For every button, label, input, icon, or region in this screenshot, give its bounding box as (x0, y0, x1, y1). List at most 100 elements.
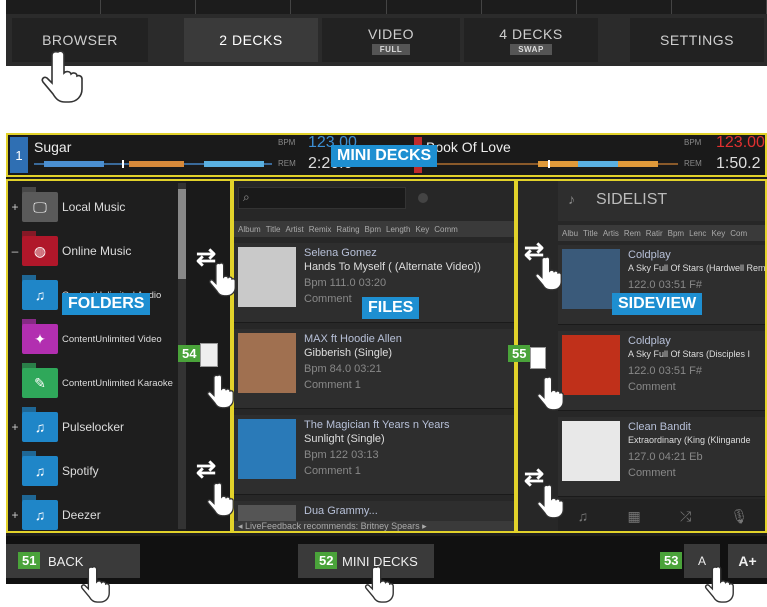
album-art (238, 419, 296, 479)
sidelist-track-comment: Comment (628, 381, 676, 393)
track-artist: MAX ft Hoodie Allen (304, 333, 402, 345)
album-art (238, 333, 296, 393)
sidelist-track-bpm: 122.0 03:51 F# (628, 365, 703, 377)
track-artist: Dua Grammy... (304, 505, 378, 517)
folder-item[interactable]: + ♫ Pulselocker (8, 407, 178, 447)
top-strip (6, 0, 767, 14)
folder-item[interactable]: ♫ Spotify (8, 451, 178, 491)
folder-label: Deezer (62, 508, 101, 522)
add-to-sidelist-icon[interactable] (200, 343, 218, 367)
music-note-icon: ♫ (22, 407, 58, 442)
music-note-icon: ♫ (22, 495, 58, 530)
live-feedback-bar[interactable]: ◂ LiveFeedback recommends: Britney Spear… (234, 521, 514, 531)
folder-label: Local Music (62, 200, 126, 214)
callout-51: 51 (18, 552, 41, 569)
tab-settings[interactable]: SETTINGS (630, 18, 764, 62)
column-header[interactable]: Rating (336, 225, 359, 234)
tap-hand-icon (206, 481, 236, 517)
column-header[interactable]: Key (711, 229, 725, 238)
track-row[interactable]: The Magician ft Years n Years Sunlight (S… (234, 415, 514, 495)
tab-label: 4 DECKS (499, 25, 563, 42)
album-art (238, 247, 296, 307)
column-header[interactable]: Com (730, 229, 747, 238)
search-input[interactable]: ⌕ (238, 187, 406, 209)
mini-decks-bar: 1 Sugar BPM REM 123.00 2:20.0 Book Of Lo… (6, 133, 767, 177)
right-bpm-value: 123.00 (716, 134, 765, 151)
search-option-icon[interactable] (418, 193, 428, 203)
sidelist-header: ♪ SIDELIST (558, 181, 765, 221)
expand-toggle[interactable]: + (8, 200, 22, 214)
track-title: Hands To Myself ( (Alternate Video)) (304, 261, 481, 273)
column-header[interactable]: Rem (624, 229, 641, 238)
files-panel: ⌕ Album Title Artist Remix Rating Bpm Length Ke… (232, 179, 516, 533)
right-waveform (428, 160, 678, 168)
scroll-thumb[interactable] (178, 189, 186, 279)
sidelist-column-header: Albu Title Artis Rem Ratir Bpm Lenc Key Com (558, 225, 765, 241)
column-header[interactable]: Title (266, 225, 281, 234)
sidelist-track-row[interactable]: Coldplay A Sky Full Of Stars (Disciples I… (558, 331, 765, 411)
top-tab-bar: BROWSER 2 DECKS VIDEO FULL 4 DECKS SWAP SE… (6, 0, 767, 66)
column-header[interactable]: Remix (309, 225, 332, 234)
manual-screenshot: BROWSER 2 DECKS VIDEO FULL 4 DECKS SWAP SE… (0, 0, 767, 607)
tab-sublabel: SWAP (510, 43, 552, 55)
track-bpm: Bpm 111.0 03:20 (304, 277, 387, 289)
track-title: Sunlight (Single) (304, 433, 385, 445)
film-icon: ✦ (22, 319, 58, 354)
folder-item[interactable]: ✎ ContentUnlimited Karaoke (8, 363, 178, 403)
column-header[interactable]: Title (583, 229, 598, 238)
expand-toggle[interactable]: – (8, 244, 22, 258)
folder-item[interactable]: ✦ ContentUnlimited Video (8, 319, 178, 359)
sidelist-icon: ♪ (568, 191, 575, 207)
column-header[interactable]: Bpm (668, 229, 684, 238)
sidelist-track-artist: Coldplay (628, 335, 671, 347)
tab-label: SETTINGS (659, 32, 734, 48)
column-header[interactable]: Lenc (689, 229, 706, 238)
microphone-icon[interactable]: 🎙 (731, 508, 749, 525)
folder-label: Spotify (62, 464, 99, 478)
track-artist: Selena Gomez (304, 247, 377, 259)
column-header[interactable]: Comm (434, 225, 458, 234)
column-header[interactable]: Album (238, 225, 261, 234)
folder-label: Pulselocker (62, 420, 125, 434)
track-artist: The Magician ft Years n Years (304, 419, 450, 431)
sidelist-track-row[interactable]: Clean Bandit Extraordinary (King (Klingan… (558, 417, 765, 497)
shuffle-icon[interactable]: ⤮ (680, 508, 691, 525)
folder-arrow-icon[interactable]: ⇄ (196, 455, 216, 484)
tap-hand-icon (536, 375, 566, 411)
tap-hand-icon (536, 483, 566, 519)
column-header[interactable]: Bpm (365, 225, 381, 234)
sidelist-doc-icon[interactable] (530, 347, 546, 369)
sideview-tool-row: ♫ ▦ ⤮ 🎙 (558, 499, 765, 531)
track-comment: Comment (304, 293, 352, 305)
expand-toggle[interactable]: + (8, 420, 22, 434)
track-title: Gibberish (Single) (304, 347, 393, 359)
tab-2-decks[interactable]: 2 DECKS (184, 18, 318, 62)
column-header[interactable]: Length (386, 225, 410, 234)
right-deck-title: Book Of Love (426, 139, 511, 155)
track-comment: Comment 1 (304, 379, 361, 391)
track-row[interactable]: MAX ft Hoodie Allen Gibberish (Single) Bpm… (234, 329, 514, 409)
deck-number: 1 (10, 137, 28, 173)
sideview-panel: ♪ SIDELIST Albu Title Artis Rem Ratir Bpm Lenc… (516, 179, 767, 533)
column-header[interactable]: Albu (562, 229, 578, 238)
folder-item[interactable]: + 🖵 Local Music (8, 187, 178, 227)
column-header[interactable]: Ratir (646, 229, 663, 238)
folder-item[interactable]: + ♫ Deezer (8, 495, 178, 531)
sidelist-track-artist: Clean Bandit (628, 421, 691, 433)
sidelist-track-bpm: 127.0 04:21 Eb (628, 451, 703, 463)
column-header[interactable]: Key (415, 225, 429, 234)
tab-4-decks[interactable]: 4 DECKS SWAP (464, 18, 598, 62)
globe-icon: ◍ (22, 231, 58, 266)
tab-video[interactable]: VIDEO FULL (322, 18, 460, 62)
column-header[interactable]: Artist (286, 225, 304, 234)
folder-item[interactable]: – ◍ Online Music (8, 231, 178, 271)
mini-decks-callout: MINI DECKS (331, 145, 438, 167)
expand-toggle[interactable]: + (8, 508, 22, 522)
sidelist-track-bpm: 122.0 03:51 F# (628, 279, 703, 291)
right-rem-label: REM (684, 159, 702, 168)
column-header[interactable]: Artis (603, 229, 619, 238)
grid-icon[interactable]: ▦ (627, 508, 640, 525)
sidelist-track-title: Extraordinary (King (Klingande (628, 435, 751, 445)
back-button-label: BACK (48, 553, 84, 569)
sidelist-music-icon[interactable]: ♫ (578, 508, 589, 524)
